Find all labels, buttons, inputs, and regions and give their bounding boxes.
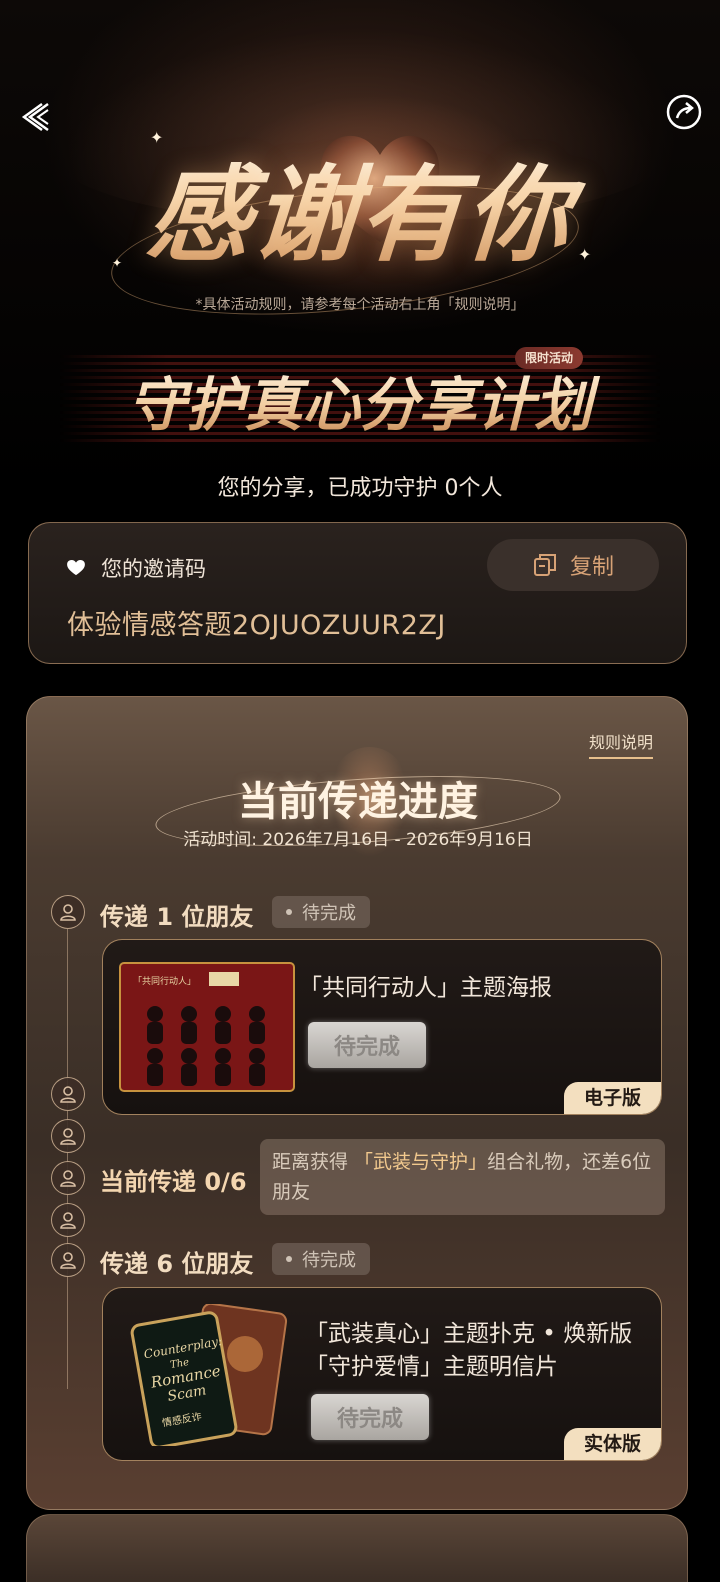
poster-thumbnail: 「共同行动人」 — [119, 962, 295, 1092]
user-avatar-icon — [51, 1203, 85, 1237]
step-2-status-label: 待完成 — [302, 1250, 356, 1271]
hint-pre: 距离获得 — [272, 1151, 355, 1173]
user-avatar-icon — [51, 1161, 85, 1195]
step-2-title: 传递 6 位朋友 — [100, 1250, 254, 1278]
hint-highlight: 「武装与守护」 — [354, 1151, 488, 1173]
timeline-line — [67, 929, 68, 1389]
poker-card-thumbnail: Counterplay: The Romance Scam 情感反诈 — [130, 1304, 288, 1446]
reward-1-version-tag: 电子版 — [563, 1082, 661, 1114]
main-title: 感谢有你 — [0, 130, 720, 281]
hero-banner: 感谢有你 ✦ ✦ ✦ *具体活动规则，请参考每个活动右上角「规则说明」 守护真心… — [0, 0, 720, 520]
user-avatar-icon — [51, 895, 85, 929]
step-1-status: 待完成 — [272, 896, 370, 928]
reward-1-name: 「共同行动人」主题海报 — [299, 975, 552, 1001]
reward-card-2: Counterplay: The Romance Scam 情感反诈 「武装真心… — [102, 1287, 662, 1461]
share-icon[interactable] — [664, 92, 704, 132]
reward-2-name-line-2: 「守护爱情」主题明信片 — [305, 1354, 558, 1380]
copy-icon — [533, 554, 556, 576]
reward-2-version-tag: 实体版 — [563, 1428, 661, 1460]
progress-card: 规则说明 当前传递进度 活动时间: 2026年7月16日 - 2026年9月16… — [26, 696, 688, 1510]
reward-2-name-line-1: 「武装真心」主题扑克 • 焕新版 — [305, 1321, 633, 1347]
rules-link[interactable]: 规则说明 — [589, 729, 654, 759]
invite-code: 体验情感答题2OJUOZUUR2ZJ — [67, 610, 446, 641]
step-2-status: 待完成 — [272, 1243, 370, 1275]
activity-time: 活动时间: 2026年7月16日 - 2026年9月16日 — [183, 830, 533, 850]
next-card-peek — [26, 1514, 688, 1582]
share-status: 您的分享，已成功守护 0个人 — [217, 476, 503, 501]
sparkle-icon: ✦ — [150, 128, 164, 147]
svg-text:「共同行动人」: 「共同行动人」 — [133, 975, 196, 987]
reward-card-1: 「共同行动人」 「共同行动人」主题海报 待完成 电子版 — [102, 939, 662, 1115]
user-avatar-icon — [51, 1077, 85, 1111]
user-avatar-icon — [51, 1119, 85, 1153]
rule-note: *具体活动规则，请参考每个活动右上角「规则说明」 — [195, 297, 525, 313]
reward-2-pending-button[interactable]: 待完成 — [311, 1394, 429, 1440]
sparkle-icon: ✦ — [578, 245, 592, 264]
copy-label: 复制 — [569, 555, 614, 580]
progress-title: 当前传递进度 — [238, 778, 478, 825]
limited-tag: 限时活动 — [515, 347, 584, 369]
sub-title: 守护真心分享计划 — [0, 358, 720, 442]
status-dot — [286, 909, 292, 915]
sparkle-icon: ✦ — [112, 256, 123, 270]
current-progress-label: 当前传递 0/6 — [100, 1168, 247, 1196]
invite-label-row: 您的邀请码 — [67, 553, 206, 583]
user-avatar-icon — [51, 1243, 85, 1277]
reward-1-pending-button[interactable]: 待完成 — [308, 1022, 426, 1068]
current-progress-hint: 距离获得 「武装与守护」组合礼物，还差6位朋友 — [260, 1139, 665, 1215]
step-1-title: 传递 1 位朋友 — [100, 903, 254, 931]
step-1-status-label: 待完成 — [302, 903, 356, 924]
invite-label: 您的邀请码 — [101, 557, 206, 581]
copy-button[interactable]: 复制 — [487, 539, 659, 591]
invite-card: 您的邀请码 复制 体验情感答题2OJUOZUUR2ZJ — [28, 522, 687, 664]
heart-icon — [67, 560, 85, 576]
status-dot — [286, 1256, 292, 1262]
